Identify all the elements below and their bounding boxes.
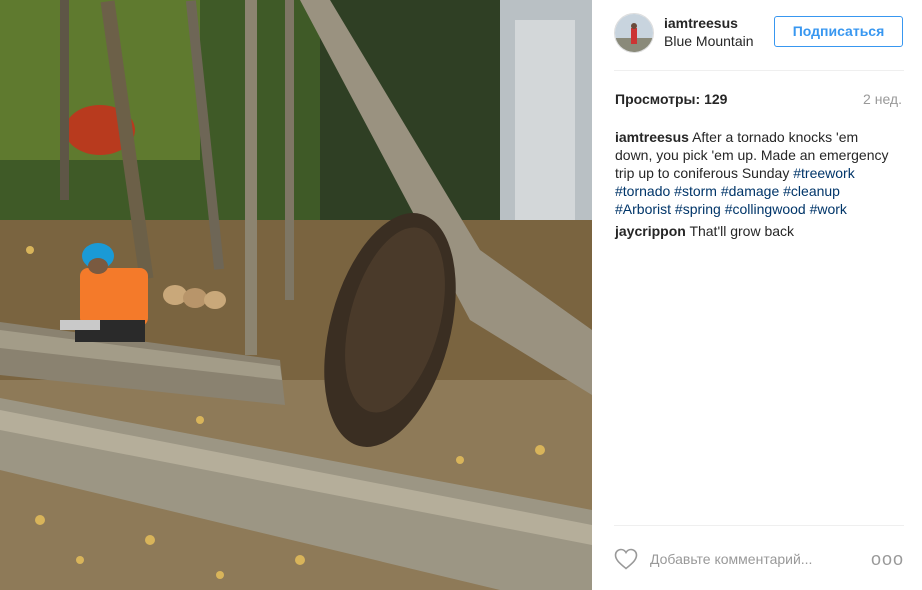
hashtag-link[interactable]: #tornado — [615, 183, 670, 199]
follow-button[interactable]: Подписаться — [774, 16, 903, 47]
comment-text: That'll grow back — [689, 223, 795, 239]
more-options-icon[interactable]: ooo — [871, 549, 904, 570]
views-count: Просмотры: 129 — [615, 91, 727, 107]
fallen-trees-photo — [0, 0, 592, 590]
add-comment-input[interactable]: Добавьте комментарий... — [650, 551, 812, 567]
avatar[interactable] — [614, 13, 654, 53]
hashtag-link[interactable]: #work — [810, 201, 847, 217]
comment-bar: Добавьте комментарий... ooo — [614, 545, 904, 575]
post-timestamp[interactable]: 2 нед. — [863, 91, 902, 107]
post-author-username[interactable]: iamtreesus — [664, 15, 738, 31]
heart-icon[interactable] — [614, 548, 638, 570]
hashtag-link[interactable]: #treework — [793, 165, 854, 181]
comment-item: jaycrippon That'll grow back — [615, 222, 890, 240]
comment-username[interactable]: jaycrippon — [615, 223, 686, 239]
hashtag-link[interactable]: #Arborist — [615, 201, 671, 217]
comments-list: iamtreesus After a tornado knocks 'em do… — [615, 128, 890, 244]
caption-username[interactable]: iamtreesus — [615, 129, 689, 145]
hashtag-link[interactable]: #cleanup — [783, 183, 840, 199]
views-number: 129 — [704, 91, 728, 107]
views-label: Просмотры: — [615, 91, 701, 107]
footer-divider — [614, 525, 904, 526]
post-location[interactable]: Blue Mountain — [664, 33, 756, 49]
caption: iamtreesus After a tornado knocks 'em do… — [615, 128, 890, 218]
header-divider — [614, 70, 904, 71]
post-sidebar: iamtreesus Blue Mountain Подписаться Про… — [592, 0, 922, 590]
hashtag-link[interactable]: #storm — [674, 183, 717, 199]
hashtag-link[interactable]: #collingwood — [725, 201, 806, 217]
hashtag-link[interactable]: #damage — [721, 183, 779, 199]
post-header: iamtreesus Blue Mountain Подписаться — [614, 12, 904, 58]
avatar-image — [615, 14, 653, 52]
post-photo[interactable] — [0, 0, 592, 590]
hashtag-link[interactable]: #spring — [675, 201, 721, 217]
